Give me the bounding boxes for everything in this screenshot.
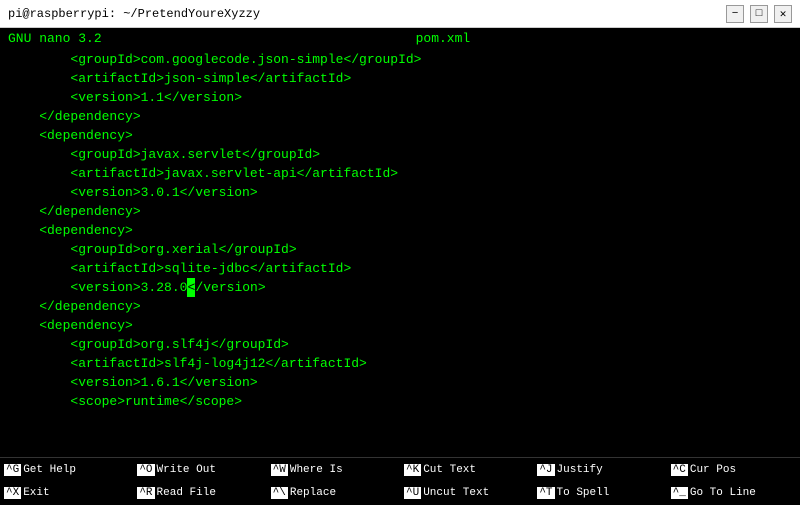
shortcut-item: ^TTo Spell [533, 482, 666, 505]
shortcut-label: Get Help [23, 464, 76, 476]
editor-line: <version>3.0.1</version> [8, 183, 792, 202]
shortcut-label: Replace [290, 487, 336, 499]
title-text: pi@raspberrypi: ~/PretendYoureXyzzy [8, 7, 260, 21]
nano-title: GNU nano 3.2 [8, 31, 102, 46]
shortcut-label: Go To Line [690, 487, 756, 499]
shortcut-key[interactable]: ^C [671, 464, 688, 476]
editor-line: <dependency> [8, 126, 792, 145]
maximize-button[interactable]: □ [750, 5, 768, 23]
editor-line: <version>3.28.0</version> [8, 278, 792, 297]
editor-line: <groupId>javax.servlet</groupId> [8, 145, 792, 164]
editor-line: </dependency> [8, 202, 792, 221]
shortcut-key[interactable]: ^W [271, 464, 288, 476]
shortcut-key[interactable]: ^U [404, 487, 421, 499]
shortcut-key[interactable]: ^K [404, 464, 421, 476]
shortcut-key[interactable]: ^\ [271, 487, 288, 499]
shortcut-key[interactable]: ^T [537, 487, 554, 499]
editor-line: <version>1.6.1</version> [8, 373, 792, 392]
title-bar: pi@raspberrypi: ~/PretendYoureXyzzy − □ … [0, 0, 800, 28]
editor-line: </dependency> [8, 107, 792, 126]
shortcut-label: Uncut Text [423, 487, 489, 499]
minimize-button[interactable]: − [726, 5, 744, 23]
editor-line: <artifactId>json-simple</artifactId> [8, 69, 792, 88]
editor-line: <artifactId>slf4j-log4j12</artifactId> [8, 354, 792, 373]
shortcut-label: Cur Pos [690, 464, 736, 476]
text-cursor: < [187, 278, 195, 297]
shortcut-item: ^OWrite Out [133, 458, 266, 482]
shortcut-item: ^CCur Pos [667, 458, 800, 482]
shortcut-item: ^RRead File [133, 482, 266, 505]
editor-line: <artifactId>sqlite-jdbc</artifactId> [8, 259, 792, 278]
shortcut-key[interactable]: ^X [4, 487, 21, 499]
shortcut-item: ^KCut Text [400, 458, 533, 482]
editor-line: <groupId>com.googlecode.json-simple</gro… [8, 50, 792, 69]
shortcut-item: ^UUncut Text [400, 482, 533, 505]
editor-line: <version>1.1</version> [8, 88, 792, 107]
shortcut-label: Justify [557, 464, 603, 476]
shortcut-key[interactable]: ^_ [671, 487, 688, 499]
editor-line: <groupId>org.xerial</groupId> [8, 240, 792, 259]
shortcut-label: Exit [23, 487, 49, 499]
shortcut-key[interactable]: ^G [4, 464, 21, 476]
nano-header-right [784, 31, 792, 46]
shortcut-label: Write Out [157, 464, 216, 476]
shortcut-item: ^WWhere Is [267, 458, 400, 482]
shortcut-key[interactable]: ^R [137, 487, 154, 499]
editor-line: <scope>runtime</scope> [8, 392, 792, 411]
editor-area[interactable]: <groupId>com.googlecode.json-simple</gro… [0, 48, 800, 438]
shortcut-key[interactable]: ^J [537, 464, 554, 476]
editor-line: <dependency> [8, 316, 792, 335]
editor-line: <dependency> [8, 221, 792, 240]
editor-line: </dependency> [8, 297, 792, 316]
title-bar-left: pi@raspberrypi: ~/PretendYoureXyzzy [8, 7, 260, 21]
editor-line: <groupId>org.slf4j</groupId> [8, 335, 792, 354]
shortcut-label: Cut Text [423, 464, 476, 476]
shortcut-item: ^JJustify [533, 458, 666, 482]
nano-header: GNU nano 3.2 pom.xml [0, 28, 800, 48]
nano-filename: pom.xml [416, 31, 471, 46]
shortcut-label: Where Is [290, 464, 343, 476]
title-controls: − □ ✕ [726, 5, 792, 23]
editor-line: <artifactId>javax.servlet-api</artifactI… [8, 164, 792, 183]
shortcut-item: ^\Replace [267, 482, 400, 505]
close-button[interactable]: ✕ [774, 5, 792, 23]
shortcut-item: ^_Go To Line [667, 482, 800, 505]
shortcut-item: ^GGet Help [0, 458, 133, 482]
shortcut-bar: ^GGet Help^OWrite Out^WWhere Is^KCut Tex… [0, 457, 800, 505]
shortcut-item: ^XExit [0, 482, 133, 505]
shortcut-label: Read File [157, 487, 216, 499]
shortcut-key[interactable]: ^O [137, 464, 154, 476]
shortcut-label: To Spell [557, 487, 610, 499]
